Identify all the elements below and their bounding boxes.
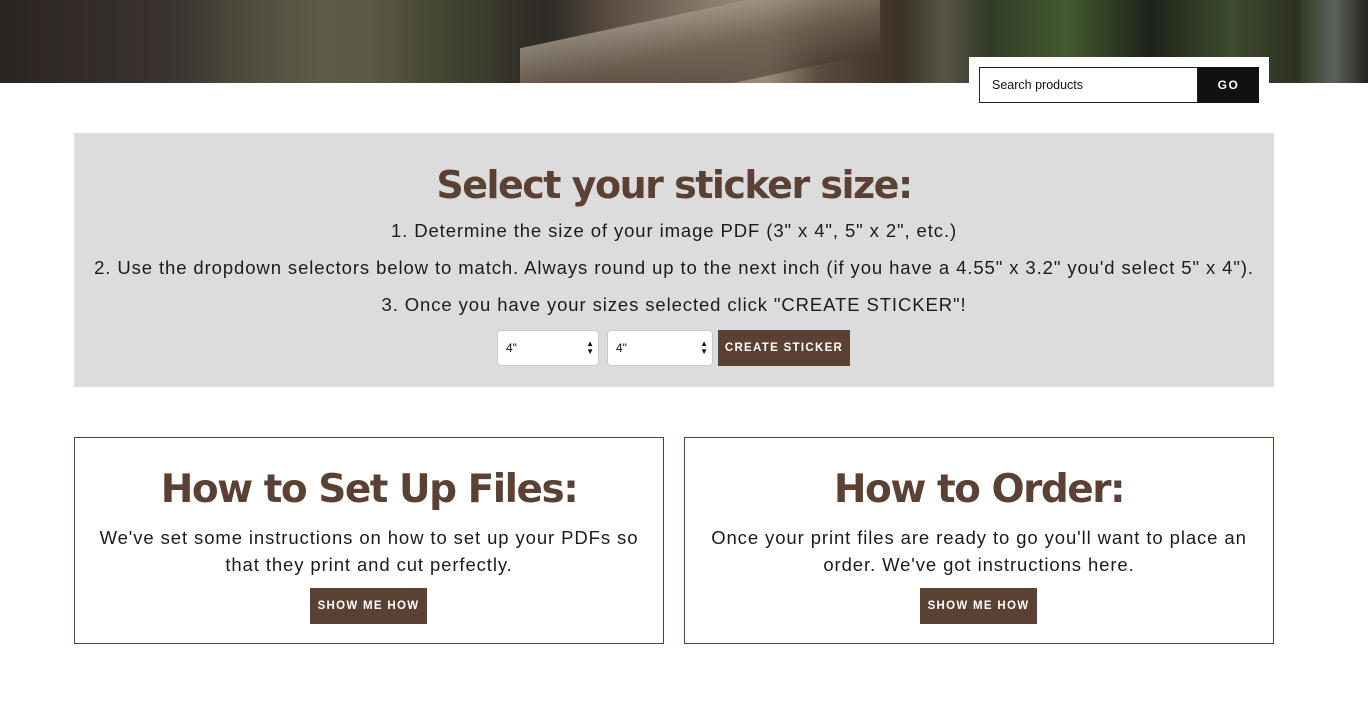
how-to-order-card: How to Order: Once your print files are … bbox=[684, 437, 1274, 644]
height-select-value: 4" bbox=[616, 341, 627, 355]
go-button[interactable]: GO bbox=[1198, 67, 1259, 103]
tree-trunk-shape bbox=[1300, 0, 1368, 83]
size-controls: 4" ▲ ▼ 4" ▲ ▼ CREATE STICKER bbox=[74, 330, 1274, 366]
sticker-size-panel: Select your sticker size: 1. Determine t… bbox=[74, 133, 1274, 387]
width-select-value: 4" bbox=[506, 341, 517, 355]
height-select[interactable]: 4" ▲ ▼ bbox=[607, 330, 713, 366]
select-arrows-icon: ▲ ▼ bbox=[586, 339, 594, 356]
show-me-how-button[interactable]: SHOW ME HOW bbox=[310, 588, 427, 624]
panel-title: Select your sticker size: bbox=[436, 163, 913, 207]
search-bar: GO bbox=[969, 57, 1269, 113]
width-select[interactable]: 4" ▲ ▼ bbox=[497, 330, 599, 366]
fallen-log-shape bbox=[520, 0, 880, 83]
setup-files-card: How to Set Up Files: We've set some inst… bbox=[74, 437, 664, 644]
instruction-step-2: 2. Use the dropdown selectors below to m… bbox=[94, 257, 1254, 278]
instruction-step-3: 3. Once you have your sizes selected cli… bbox=[381, 294, 967, 315]
instruction-step-1: 1. Determine the size of your image PDF … bbox=[390, 220, 958, 241]
search-input[interactable] bbox=[979, 67, 1198, 103]
card-description: Once your print files are ready to go yo… bbox=[711, 527, 1247, 575]
card-description: We've set some instructions on how to se… bbox=[99, 527, 639, 575]
show-me-how-button[interactable]: SHOW ME HOW bbox=[920, 588, 1037, 624]
create-sticker-button[interactable]: CREATE STICKER bbox=[718, 330, 850, 366]
select-arrows-icon: ▲ ▼ bbox=[700, 339, 708, 356]
card-title: How to Order: bbox=[833, 467, 1126, 512]
tree-trunk-shape bbox=[190, 0, 520, 83]
card-title: How to Set Up Files: bbox=[160, 467, 579, 512]
